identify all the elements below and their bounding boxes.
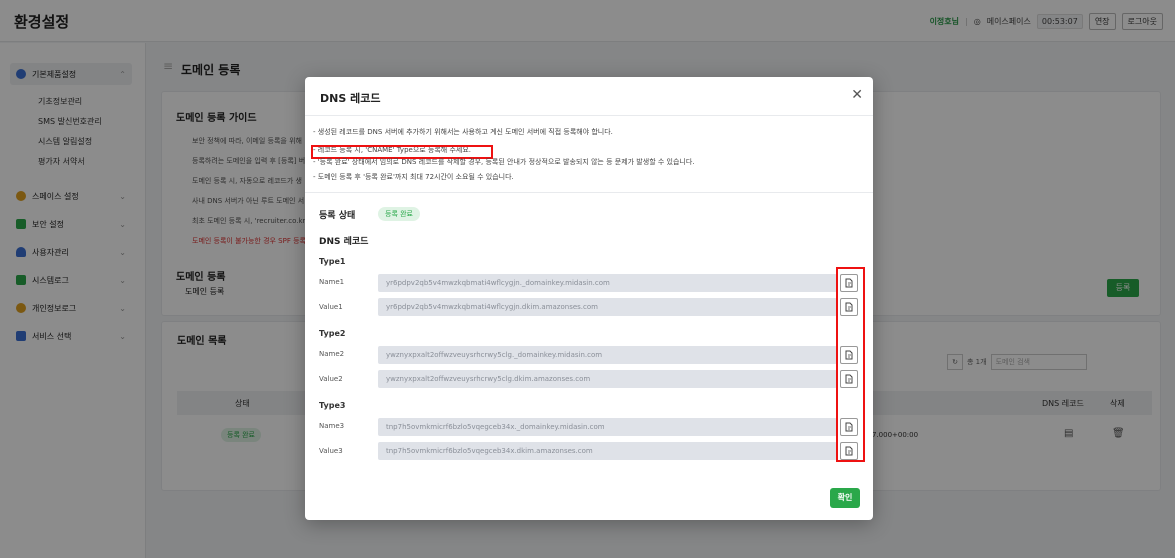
copy-buttons-highlight-box xyxy=(836,267,865,462)
record-type-label: Type2 xyxy=(319,329,346,338)
record-value-field[interactable]: tnp7h5ovmkmicrf6bzlo5vqegceb34x.dkim.ama… xyxy=(378,442,837,460)
record-name-field[interactable]: yr6pdpv2qb5v4mwzkqbmati4wflcygjn._domain… xyxy=(378,274,837,292)
value-label: Value1 xyxy=(319,303,343,311)
notice-line: - 생성된 레코드를 DNS 서버에 추가하기 위해서는 사용하고 계신 도메인… xyxy=(313,128,613,136)
name-label: Name1 xyxy=(319,278,345,286)
record-name-field[interactable]: tnp7h5ovmkmicrf6bzlo5vqegceb34x._domaink… xyxy=(378,418,837,436)
dns-record-modal: DNS 레코드 ✕ - 생성된 레코드를 DNS 서버에 추가하기 위해서는 사… xyxy=(305,77,873,520)
name-label: Name2 xyxy=(319,350,345,358)
record-type-label: Type1 xyxy=(319,257,346,266)
status-badge: 등록 완료 xyxy=(378,207,420,221)
value-label: Value2 xyxy=(319,375,343,383)
record-type-label: Type3 xyxy=(319,401,346,410)
notice-line: - '등록 완료' 상태에서 임의로 DNS 레코드를 삭제할 경우, 등록된 … xyxy=(313,158,695,166)
name-label: Name3 xyxy=(319,422,345,430)
notice-line: - 도메인 등록 후 '등록 완료'까지 최대 72시간이 소요될 수 있습니다… xyxy=(313,173,514,181)
record-value-field[interactable]: yr6pdpv2qb5v4mwzkqbmati4wflcygjn.dkim.am… xyxy=(378,298,837,316)
confirm-button[interactable]: 확인 xyxy=(830,488,860,508)
divider xyxy=(305,115,873,116)
modal-title: DNS 레코드 xyxy=(320,92,381,105)
divider xyxy=(305,192,873,193)
record-value-field[interactable]: ywznyxpxalt2offwzveuysrhcrwy5clg.dkim.am… xyxy=(378,370,837,388)
value-label: Value3 xyxy=(319,447,343,455)
status-label: 등록 상태 xyxy=(319,211,356,221)
dns-record-label: DNS 레코드 xyxy=(319,237,369,247)
close-icon[interactable]: ✕ xyxy=(851,87,863,103)
record-name-field[interactable]: ywznyxpxalt2offwzveuysrhcrwy5clg._domain… xyxy=(378,346,837,364)
